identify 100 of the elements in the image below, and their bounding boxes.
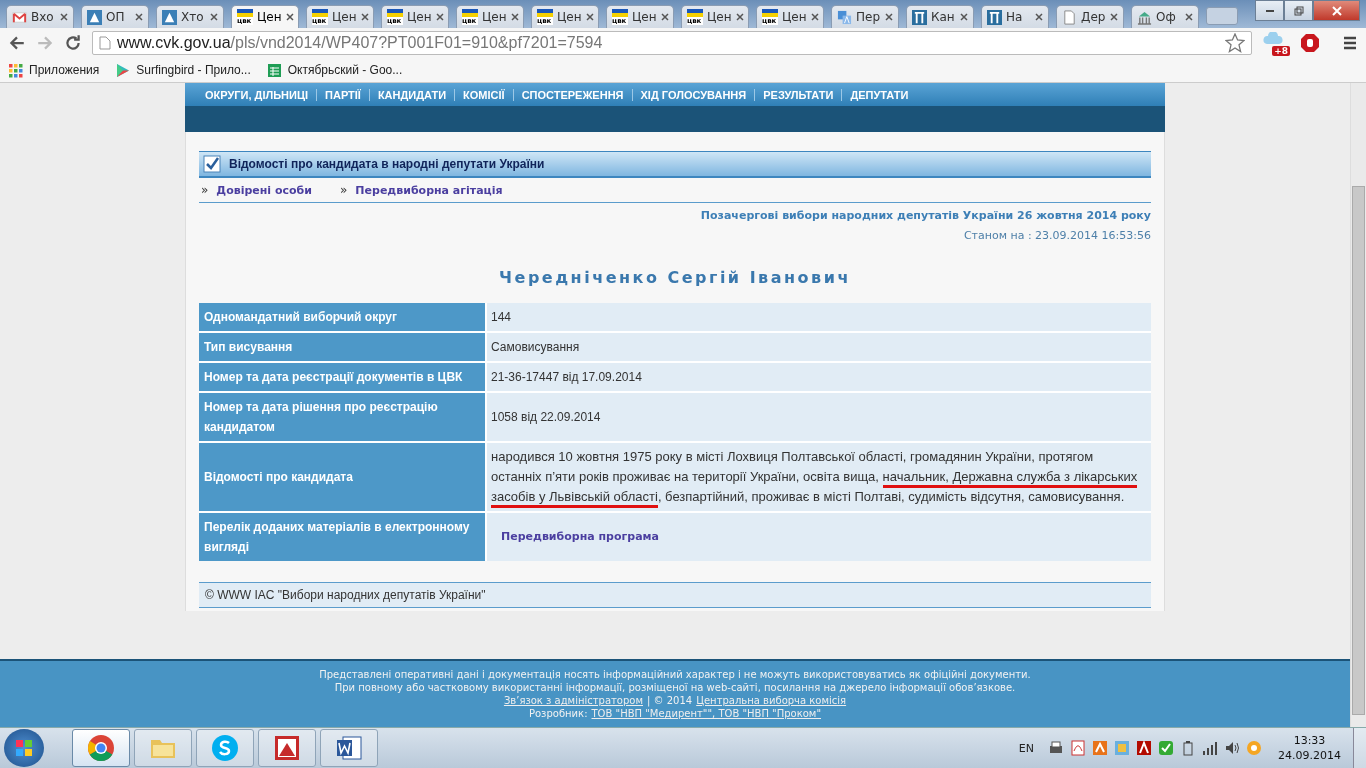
close-icon[interactable] <box>1110 13 1118 21</box>
language-indicator[interactable]: EN <box>1018 741 1034 755</box>
browser-tab[interactable]: ОП <box>81 5 149 28</box>
chat-s-icon <box>210 733 240 763</box>
bullet-mark: » <box>340 183 348 197</box>
scrollbar[interactable] <box>1350 83 1366 727</box>
adobe-icon[interactable] <box>1136 740 1152 756</box>
building-icon <box>1137 9 1152 25</box>
table-cell: 144 <box>487 303 1151 331</box>
close-icon[interactable] <box>135 13 143 21</box>
uploader-app-icon[interactable] <box>1092 740 1108 756</box>
taskbar-app[interactable] <box>320 729 378 767</box>
table-cell: Самовисування <box>487 333 1151 361</box>
restore-icon <box>1293 5 1304 16</box>
close-icon[interactable] <box>585 13 594 21</box>
close-icon[interactable] <box>60 13 68 21</box>
close-icon[interactable] <box>735 13 744 21</box>
checkmark-icon[interactable] <box>1158 740 1174 756</box>
section-title: Відомості про кандидата в народні депутати України <box>229 157 545 171</box>
count-badge: +8 <box>1272 46 1290 56</box>
election-title: Позачергові вибори народних депутатів України 26 жовтня 2014 року <box>699 209 1151 222</box>
pillars-icon <box>987 9 1002 25</box>
row-label: Номер та дата реєстрації документів в ЦВК <box>199 363 485 391</box>
row-label: Одномандатний виборчий округ <box>199 303 485 331</box>
close-icon[interactable] <box>1185 13 1193 21</box>
windows-logo <box>14 738 34 758</box>
page-icon <box>99 36 111 50</box>
picture-icon <box>272 733 302 763</box>
menu-icon[interactable] <box>1342 35 1358 51</box>
checkbox-icon <box>203 155 221 173</box>
row-label: Тип висування <box>199 333 485 361</box>
triangle-icon <box>162 9 177 25</box>
row-label: Перелік доданих матеріалів в електронному вигляді <box>199 513 485 561</box>
close-icon[interactable] <box>210 13 218 21</box>
start-button[interactable] <box>4 729 44 767</box>
copyright-bar: © WWW IAC "Вибори народних депутатів України" <box>199 582 1151 608</box>
bookmark-item[interactable]: Приложения <box>8 62 100 78</box>
clock[interactable]: 13:33 24.09.2014 <box>1278 733 1341 763</box>
address-bar[interactable]: www.cvk.gov.ua/pls/vnd2014/WP407?PT001F01=910&pf7201=7594 <box>92 31 1252 55</box>
table-cell: 1058 від 22.09.2014 <box>487 393 1151 441</box>
close-icon <box>1331 5 1342 16</box>
close-icon[interactable] <box>660 13 669 21</box>
document-w-icon <box>334 733 364 763</box>
browser-tab[interactable]: Оф <box>1131 5 1199 28</box>
minimize-button[interactable] <box>1255 0 1284 21</box>
disclaimer-text: Представлені оперативні дані і документація носять інформаційний характер і не можуть використовуватись як офіційні документи. <box>319 668 1031 681</box>
close-button[interactable] <box>1313 0 1360 21</box>
section-link[interactable]: Передвиборна агітація <box>355 183 503 197</box>
pdf-icon[interactable] <box>1070 740 1086 756</box>
developer-label: Розробник: <box>528 707 588 720</box>
document-icon <box>1062 9 1077 25</box>
signal-icon[interactable] <box>1202 740 1218 756</box>
extension-button[interactable]: +8 <box>1262 30 1290 56</box>
browser-tab[interactable]: Кан <box>906 5 974 28</box>
play-triangle-icon <box>115 62 131 78</box>
back-icon[interactable] <box>8 34 26 52</box>
section-link[interactable]: Довірені особи <box>216 183 312 197</box>
program-link[interactable]: Передвиборна програма <box>501 527 659 547</box>
close-icon[interactable] <box>510 13 519 21</box>
cloud-icon <box>1262 32 1284 46</box>
browser-tab[interactable]: Дер <box>1056 5 1124 28</box>
stop-hand-icon[interactable] <box>1300 33 1320 53</box>
speaker-icon[interactable] <box>1224 740 1240 756</box>
close-icon[interactable] <box>435 13 444 21</box>
disclaimer-text: При повному або частковому використанні інформації, розміщеної на web-сайті, посилання на джерело інформації обов’язкове. <box>334 681 1016 694</box>
table-cell: народився 10 жовтня 1975 року в місті Лохвиця Полтавської області, громадянин України, протягом останніх п’яти років проживає на території України, освіта вища, начальник, Державна служба з лікарських засобів у Львівській області, безпартійний, проживає в місті Полтаві, судимість відсутня, самовисування. <box>487 443 1151 511</box>
copyright-text: | © 2014 <box>647 694 693 707</box>
row-label: Номер та дата рішення про реєстрацію кандидатом <box>199 393 485 441</box>
browser-tab[interactable]: На <box>981 5 1049 28</box>
browser-tab[interactable]: Пер <box>831 5 899 28</box>
bullet-mark: » <box>201 183 209 197</box>
battery-icon[interactable] <box>1180 740 1196 756</box>
close-icon[interactable] <box>285 13 294 21</box>
bookmark-item[interactable]: Октябрьский - Goo... <box>266 62 403 78</box>
minimize-icon <box>1265 9 1274 12</box>
candidate-name: Чередніченко Сергій Іванович <box>498 268 852 287</box>
close-icon[interactable] <box>960 13 968 21</box>
close-icon[interactable] <box>360 13 369 21</box>
mail-icon <box>12 9 27 25</box>
browser-tab[interactable]: Хто <box>156 5 224 28</box>
show-desktop-button[interactable] <box>1353 728 1366 768</box>
clock-date: 24.09.2014 <box>1278 748 1341 763</box>
reload-icon[interactable] <box>64 34 82 52</box>
bookmark-item[interactable]: Surfingbird - Прило... <box>115 62 251 78</box>
restore-button[interactable] <box>1284 0 1313 21</box>
star-icon[interactable] <box>1225 33 1245 53</box>
status-date: Станом на : 23.09.2014 16:53:56 <box>962 229 1151 242</box>
printer-icon[interactable] <box>1048 740 1064 756</box>
pillars-icon <box>912 9 927 25</box>
taskbar-app[interactable] <box>258 729 316 767</box>
apps-grid-icon <box>8 62 23 78</box>
close-icon[interactable] <box>810 13 819 21</box>
chrome-icon <box>86 733 116 763</box>
triangle-icon <box>87 9 102 25</box>
taskbar-app[interactable] <box>72 729 130 767</box>
browser-tab[interactable]: Вхо <box>6 5 74 28</box>
close-icon[interactable] <box>885 13 893 21</box>
spreadsheet-icon <box>266 62 282 78</box>
row-label: Відомості про кандидата <box>199 443 485 511</box>
close-icon[interactable] <box>1035 13 1043 21</box>
